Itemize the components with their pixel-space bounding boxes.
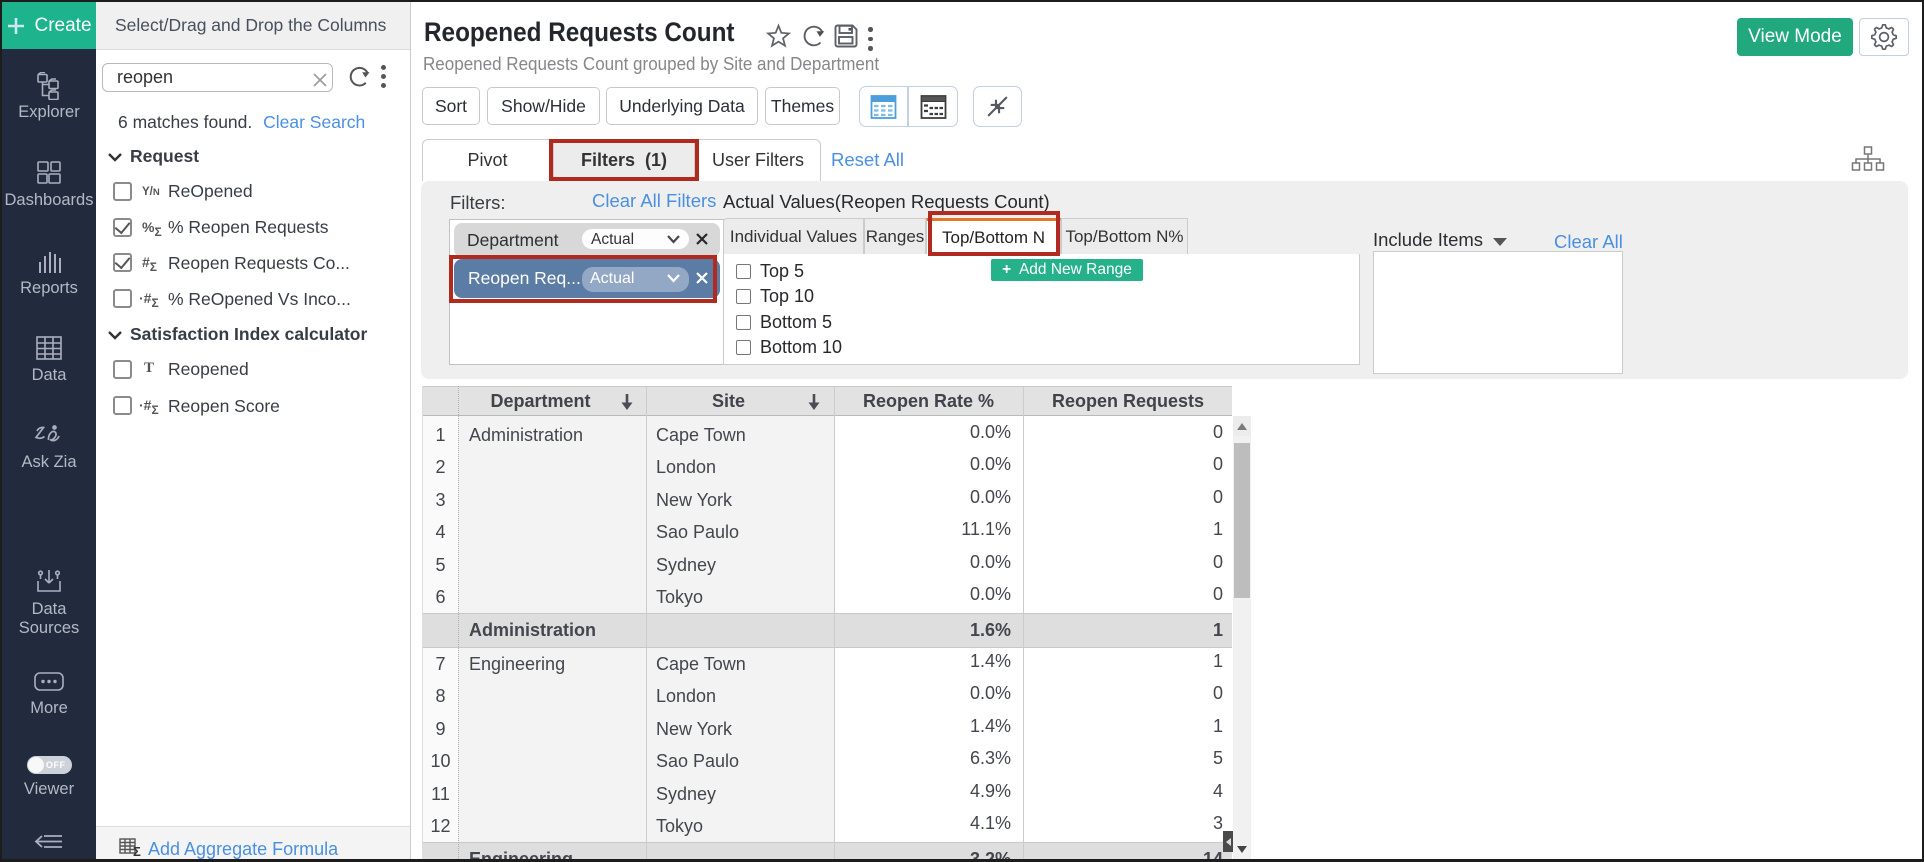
svg-text:Σ: Σ [133, 844, 141, 857]
